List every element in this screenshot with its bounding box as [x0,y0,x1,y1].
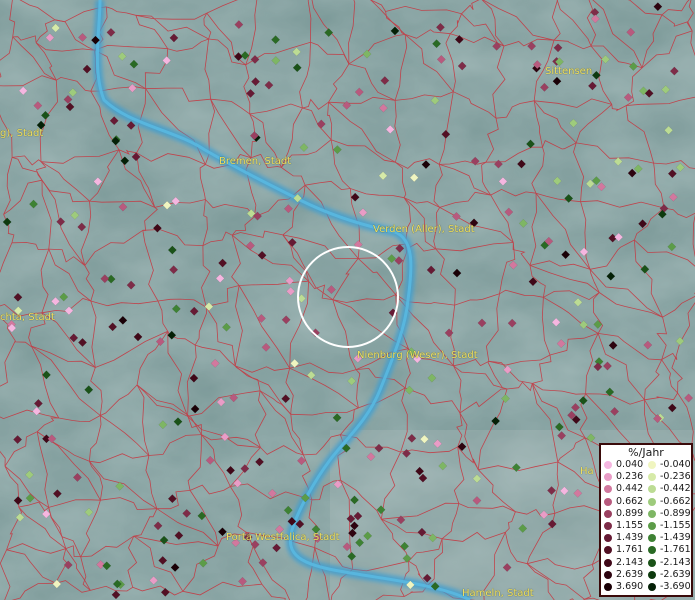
legend-swatch [604,558,612,567]
legend-entry: 0.662 [604,496,643,508]
legend-entry: 3.690 [604,581,643,593]
legend-swatch [604,534,612,543]
legend-value: -1.155 [660,519,691,531]
legend-value: 0.236 [616,471,644,483]
legend-swatch [604,485,612,494]
legend-value: -1.439 [660,532,691,544]
legend-swatch [648,570,656,579]
legend-swatch [604,461,612,470]
legend-value: -2.639 [660,568,691,580]
city-label-bremen: Bremen, Stadt [219,156,292,167]
legend-value: -0.442 [660,483,691,495]
legend-entry: -3.690 [648,581,691,593]
legend-entry: 1.155 [604,520,643,532]
legend-value: 1.155 [616,519,644,531]
legend-value: -0.662 [660,495,691,507]
legend-value: 3.690 [616,580,644,592]
legend-value: -0.040 [660,459,691,470]
legend-swatch [604,546,612,555]
legend-entry: 0.899 [604,508,643,520]
legend-entry: 0.040 [604,459,643,471]
legend-entry: 1.761 [604,544,643,556]
map-canvas[interactable] [0,0,695,600]
city-label-porta-westfalica: Porta Westfalica, Stadt [226,532,340,543]
city-label-sittensen: Sittensen [545,66,593,77]
legend-swatch [648,558,656,567]
legend-entry: -1.439 [648,532,691,544]
legend-value: 1.439 [616,532,644,544]
legend-swatch [648,497,656,506]
legend-entry: -0.040 [648,459,691,471]
city-label-g-stadt: g), Stadt [0,128,44,139]
legend-entry: -0.442 [648,483,691,495]
legend-entry: 2.143 [604,557,643,569]
legend-value: -3.690 [660,580,691,592]
legend-negative-column: -0.040 -0.236 -0.442 -0.662 -0.899 -1.155 -1.4… [648,459,691,593]
legend-value: 0.442 [616,483,644,495]
legend-entry: -2.639 [648,569,691,581]
city-label-nienburg: Nienburg (Weser), Stadt [357,350,478,361]
legend-value: -1.761 [660,544,691,556]
legend-swatch [604,570,612,579]
legend-swatch [648,485,656,494]
legend-swatch [604,473,612,482]
legend-value: -0.899 [660,507,691,519]
city-label-ha: Ha [580,466,594,477]
legend-positive-column: 0.040 0.236 0.442 0.662 0.899 1.155 1.439 1.761… [604,459,643,593]
legend-swatch [648,546,656,555]
legend-entry: 0.236 [604,471,643,483]
legend-entry: 2.639 [604,569,643,581]
city-label-verden: Verden (Aller), Stadt [373,224,475,235]
city-label-chta-stadt: chta, Stadt [0,312,55,323]
legend-value: -0.236 [660,471,691,483]
legend-entry: -0.236 [648,471,691,483]
legend-entry: -1.155 [648,520,691,532]
legend-value: 0.662 [616,495,644,507]
legend-entry: -2.143 [648,557,691,569]
legend-entry: 0.442 [604,483,643,495]
legend-swatch [648,473,656,482]
legend: %/Jahr 0.040 0.236 0.442 0.662 0.899 1.155 1.4… [599,443,693,597]
legend-value: -2.143 [660,556,691,568]
legend-value: 1.761 [616,544,644,556]
legend-value: 0.899 [616,507,644,519]
legend-swatch [604,582,612,591]
legend-value: 2.639 [616,568,644,580]
legend-value: 2.143 [616,556,644,568]
legend-swatch [648,509,656,518]
legend-swatch [648,522,656,531]
legend-swatch [604,509,612,518]
legend-entry: 1.439 [604,532,643,544]
legend-swatch [648,582,656,591]
legend-value: 0.040 [616,459,644,470]
legend-swatch [604,522,612,531]
city-label-hameln: Hameln, Stadt [462,588,534,599]
legend-entry: -0.899 [648,508,691,520]
legend-swatch [648,534,656,543]
legend-entry: -0.662 [648,496,691,508]
legend-swatch [648,461,656,470]
legend-swatch [604,497,612,506]
legend-title: %/Jahr [628,446,664,459]
legend-entry: -1.761 [648,544,691,556]
